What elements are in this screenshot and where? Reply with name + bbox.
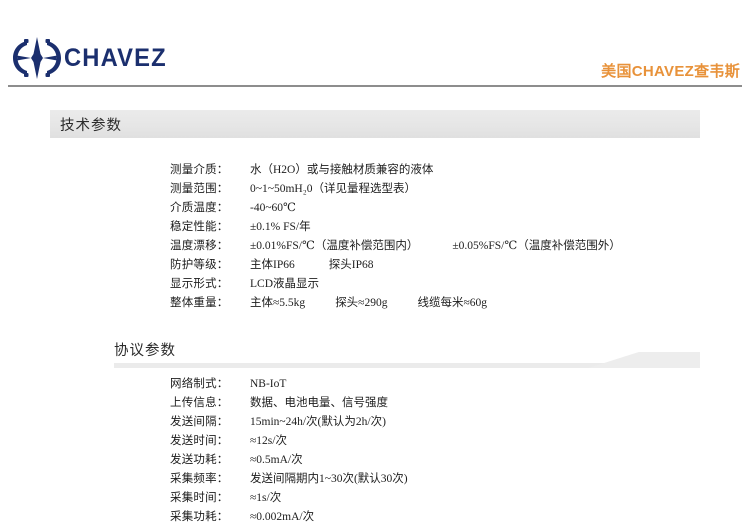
section-header-technical: 技术参数 xyxy=(50,110,700,138)
spec-value: NB-IoT xyxy=(250,375,408,394)
spec-label: 上传信息： xyxy=(170,397,229,409)
spec-label: 发送功耗： xyxy=(170,454,229,466)
spec-label: 采集频率： xyxy=(170,473,229,485)
spec-row: 发送间隔： 15min~24h/次(默认为2h/次) xyxy=(170,413,408,432)
technical-parameters-body: 测量介质： 水（H2O）或与接触材质兼容的液体测量范围： 0~1~50mH₂0（详见… xyxy=(170,161,621,313)
protocol-parameters-table: 网络制式： NB-IoT 上传信息： 数据、电池电量、信号强度发送间隔： 15min~2… xyxy=(170,375,408,527)
spec-value-part: 主体IP66 xyxy=(250,259,295,271)
spec-value: ±0.01%FS/℃（温度补偿范围内） ±0.05%FS/℃（温度补偿范围外） xyxy=(250,237,621,256)
spec-label: 发送时间： xyxy=(170,435,229,447)
spec-value-part: ±0.1% FS/年 xyxy=(250,221,311,233)
spec-label: 采集时间： xyxy=(170,492,229,504)
spec-row: 采集功耗： ≈0.002mA/次 xyxy=(170,508,408,527)
logo-wordmark: CHAVEZ xyxy=(64,43,167,72)
spec-row: 介质温度： -40~60℃ xyxy=(170,199,621,218)
spec-value: ≈0.002mA/次 xyxy=(250,508,408,527)
spec-value-part: NB-IoT xyxy=(250,378,287,390)
spec-value-part: ≈0.002mA/次 xyxy=(250,511,315,523)
spec-row: 采集频率： 发送间隔期内1~30次(默认30次) xyxy=(170,470,408,489)
spec-value: 发送间隔期内1~30次(默认30次) xyxy=(250,470,408,489)
spec-value-part: ≈0.5mA/次 xyxy=(250,454,303,466)
spec-label: 采集功耗： xyxy=(170,511,229,523)
spec-row: 采集时间： ≈1s/次 xyxy=(170,489,408,508)
spec-value-part: 探头IP68 xyxy=(328,259,374,271)
spec-value-part: 发送间隔期内1~30次(默认30次) xyxy=(250,473,408,485)
section-header-protocol: 协议参数 xyxy=(50,338,700,368)
spec-value-part: 水（H2O）或与接触材质兼容的液体 xyxy=(250,164,434,176)
spec-value: -40~60℃ xyxy=(250,199,621,218)
spec-value: 0~1~50mH₂0（详见量程选型表） xyxy=(250,180,621,199)
spec-value: LCD液晶显示 xyxy=(250,275,621,294)
spec-row: 整体重量： 主体≈5.5kg 探头≈290g 线缆每米≈60g xyxy=(170,294,621,313)
spec-label: 介质温度： xyxy=(170,202,229,214)
spec-row: 发送功耗： ≈0.5mA/次 xyxy=(170,451,408,470)
spec-value-part: ±0.01%FS/℃（温度补偿范围内） xyxy=(250,240,419,252)
spec-label: 测量介质： xyxy=(170,164,229,176)
spec-value-part: LCD液晶显示 xyxy=(250,278,319,290)
spec-value-part: 线缆每米≈60g xyxy=(417,297,488,309)
spec-row: 测量范围： 0~1~50mH₂0（详见量程选型表） xyxy=(170,180,621,199)
spec-row: 防护等级： 主体IP66 探头IP68 xyxy=(170,256,621,275)
brand-chinese-name: 美国CHAVEZ查韦斯 xyxy=(601,63,740,80)
spec-value: 数据、电池电量、信号强度 xyxy=(250,394,408,413)
spec-value: 主体≈5.5kg 探头≈290g 线缆每米≈60g xyxy=(250,294,621,313)
section-title-technical: 技术参数 xyxy=(60,118,122,134)
brand-logo[interactable]: CHAVEZ xyxy=(12,36,172,80)
spec-value-part: ±0.05%FS/℃（温度补偿范围外） xyxy=(452,240,621,252)
spec-label: 稳定性能： xyxy=(170,221,229,233)
spec-row: 发送时间： ≈12s/次 xyxy=(170,432,408,451)
spec-row: 温度漂移： ±0.01%FS/℃（温度补偿范围内） ±0.05%FS/℃（温度补偿范… xyxy=(170,237,621,256)
spec-label: 温度漂移： xyxy=(170,240,229,252)
spec-row: 测量介质： 水（H2O）或与接触材质兼容的液体 xyxy=(170,161,621,180)
protocol-parameters-body: 网络制式： NB-IoT 上传信息： 数据、电池电量、信号强度发送间隔： 15min~2… xyxy=(170,375,408,527)
page-header: CHAVEZ 美国CHAVEZ查韦斯 xyxy=(0,0,750,87)
spec-label: 防护等级： xyxy=(170,259,229,271)
spec-value-part: 数据、电池电量、信号强度 xyxy=(250,397,388,409)
header-divider xyxy=(8,85,742,87)
spec-value-part: ≈1s/次 xyxy=(250,492,282,504)
spec-value-part: ≈12s/次 xyxy=(250,435,287,447)
spec-row: 显示形式： LCD液晶显示 xyxy=(170,275,621,294)
spec-value: ≈0.5mA/次 xyxy=(250,451,408,470)
spec-value: ≈1s/次 xyxy=(250,489,408,508)
spec-value: 15min~24h/次(默认为2h/次) xyxy=(250,413,408,432)
spec-label: 测量范围： xyxy=(170,183,229,195)
section-title-protocol: 协议参数 xyxy=(114,343,176,359)
spec-label: 网络制式： xyxy=(170,378,229,390)
spec-label: 整体重量： xyxy=(170,297,229,309)
spec-row: 网络制式： NB-IoT xyxy=(170,375,408,394)
spec-value: 主体IP66 探头IP68 xyxy=(250,256,621,275)
technical-parameters-table: 测量介质： 水（H2O）或与接触材质兼容的液体测量范围： 0~1~50mH₂0（详见… xyxy=(170,161,621,313)
spec-row: 上传信息： 数据、电池电量、信号强度 xyxy=(170,394,408,413)
spec-value-part: 主体≈5.5kg xyxy=(250,297,306,309)
spec-value: ±0.1% FS/年 xyxy=(250,218,621,237)
spec-label: 发送间隔： xyxy=(170,416,229,428)
chavez-star-gear-emblem xyxy=(13,37,61,79)
spec-value: 水（H2O）或与接触材质兼容的液体 xyxy=(250,161,621,180)
spec-row: 稳定性能： ±0.1% FS/年 xyxy=(170,218,621,237)
spec-value-part: 探头≈290g xyxy=(335,297,388,309)
spec-value: ≈12s/次 xyxy=(250,432,408,451)
spec-value-part: 15min~24h/次(默认为2h/次) xyxy=(250,416,386,428)
spec-label: 显示形式： xyxy=(170,278,229,290)
spec-value-part: 0~1~50mH₂0（详见量程选型表） xyxy=(250,183,416,195)
spec-value-part: -40~60℃ xyxy=(250,202,296,214)
